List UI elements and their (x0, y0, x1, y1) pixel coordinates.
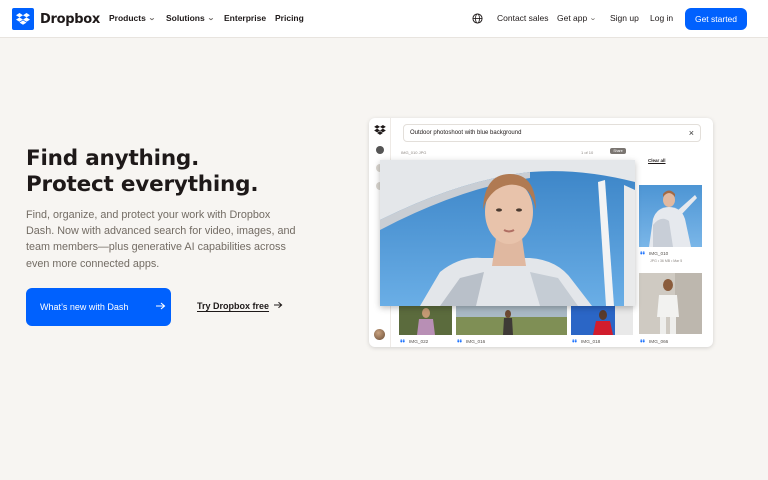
headline-line-1: Find anything. (26, 146, 200, 171)
top-nav: Dropbox Products ⌄ Solutions ⌄ Enterpris… (0, 0, 768, 38)
whats-new-label: What’s new with Dash (40, 302, 129, 312)
headline-line-2: Protect everything. (26, 172, 259, 197)
nav-products-label: Products (109, 13, 146, 23)
dropbox-box-icon (400, 339, 405, 343)
dropbox-box-icon (374, 125, 386, 135)
home-icon[interactable] (376, 146, 384, 154)
dropbox-box-icon (572, 339, 577, 343)
nav-pricing[interactable]: Pricing (275, 13, 304, 23)
thumbnail-img-022[interactable] (399, 305, 452, 335)
nav-enterprise[interactable]: Enterprise (224, 13, 266, 23)
caption-img-022: IMG_022 (400, 339, 428, 344)
thumbnail-img-066[interactable] (639, 273, 702, 334)
caption-img-066: IMG_066 (640, 339, 668, 344)
try-free-link[interactable]: Try Dropbox free (197, 301, 283, 311)
nav-contact-sales-label: Contact sales (497, 13, 549, 23)
search-query: Outdoor photoshoot with blue background (410, 130, 522, 136)
globe-icon[interactable] (472, 13, 483, 24)
close-icon[interactable]: × (689, 128, 694, 138)
nav-solutions[interactable]: Solutions ⌄ (166, 13, 214, 23)
thumbnail-img-018[interactable] (571, 305, 633, 335)
get-started-button[interactable]: Get started (685, 8, 747, 30)
nav-get-app[interactable]: Get app ⌄ (557, 13, 598, 23)
brand-name: Dropbox (40, 11, 100, 27)
arrow-right-icon (156, 302, 166, 312)
clear-all-link[interactable]: Clear all (648, 158, 666, 163)
nav-get-app-label: Get app (557, 13, 588, 23)
arrow-right-icon (274, 301, 283, 311)
result-label: IMG_010 (649, 251, 669, 256)
result-label: IMG_018 (581, 339, 601, 344)
chevron-down-icon: ⌄ (589, 15, 598, 22)
hero-headline: Find anything. Protect everything. (26, 146, 259, 198)
preview-pager: 1 of 10 (581, 150, 594, 155)
nav-contact-sales[interactable]: Contact sales (497, 13, 549, 23)
hero-subtitle: Find, organize, and protect your work wi… (26, 209, 296, 270)
result-label: IMG_016 (466, 339, 486, 344)
nav-log-in[interactable]: Log in (650, 13, 673, 23)
share-button[interactable]: Share (610, 148, 626, 154)
caption-img-016: IMG_016 (457, 339, 485, 344)
avatar[interactable] (374, 329, 385, 340)
nav-products[interactable]: Products ⌄ (109, 13, 156, 23)
nav-pricing-label: Pricing (275, 13, 304, 23)
dropbox-box-icon (640, 251, 645, 255)
dropbox-logo[interactable]: Dropbox (12, 8, 100, 30)
dropbox-box-icon (640, 339, 645, 343)
nav-enterprise-label: Enterprise (224, 13, 267, 23)
thumbnail-img-010[interactable] (639, 185, 702, 247)
thumbnail-img-016[interactable] (456, 305, 567, 335)
chevron-down-icon: ⌄ (147, 15, 156, 22)
preview-toolbar: IMG_010 JPG (401, 150, 427, 155)
result-meta: JPG • 36 MB • Mar 5 (650, 259, 683, 263)
nav-sign-up-label: Sign up (610, 13, 639, 23)
whats-new-button[interactable]: What’s new with Dash (26, 288, 171, 326)
search-input[interactable]: Outdoor photoshoot with blue background … (403, 124, 701, 142)
chevron-down-icon: ⌄ (206, 15, 215, 22)
result-label: IMG_022 (409, 339, 429, 344)
image-preview[interactable] (380, 160, 635, 306)
caption-img-010: IMG_010 (640, 251, 668, 256)
nav-solutions-label: Solutions (166, 13, 205, 23)
dropbox-box-icon (12, 8, 34, 30)
caption-img-018: IMG_018 (572, 339, 600, 344)
result-label: IMG_066 (649, 339, 669, 344)
nav-sign-up[interactable]: Sign up (610, 13, 639, 23)
try-free-label: Try Dropbox free (197, 301, 270, 311)
nav-log-in-label: Log in (650, 13, 674, 23)
dropbox-box-icon (457, 339, 462, 343)
